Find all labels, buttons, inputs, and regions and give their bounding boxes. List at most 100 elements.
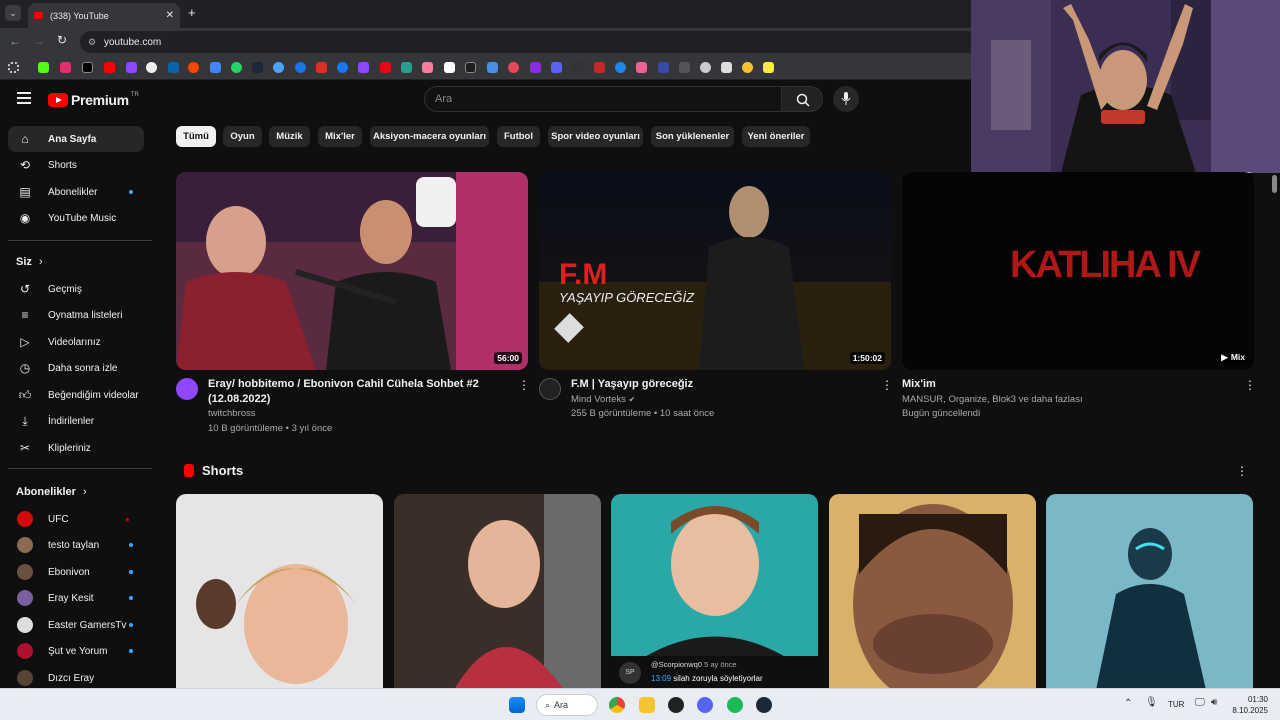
- bookmark-instagram-icon[interactable]: [60, 62, 71, 73]
- sidebar-item-home[interactable]: ⌂ Ana Sayfa: [8, 126, 144, 152]
- chip-new-to-you[interactable]: Yeni öneriler: [742, 126, 810, 147]
- subscription-testo-taylan[interactable]: testo taylan: [8, 532, 144, 558]
- bookmark-translate-icon[interactable]: [210, 62, 221, 73]
- bookmark-misc14-icon[interactable]: [679, 62, 690, 73]
- bookmark-misc8-icon[interactable]: [551, 62, 562, 73]
- channel-avatar[interactable]: [539, 378, 561, 400]
- chip-all[interactable]: Tümü: [176, 126, 216, 147]
- clock[interactable]: 01:30 8.10.2025: [1232, 694, 1268, 716]
- subscription-sut-ve-yorum[interactable]: Şut ve Yorum: [8, 638, 144, 664]
- spotify-icon[interactable]: [727, 697, 743, 713]
- chip-recently-uploaded[interactable]: Son yüklenenler: [651, 126, 734, 147]
- sidebar-item-youtube-music[interactable]: ◉ YouTube Music: [8, 205, 144, 231]
- bookmark-google-icon[interactable]: [146, 62, 157, 73]
- subscription-eray-kesit[interactable]: Eray Kesit: [8, 585, 144, 611]
- chip-sports-games[interactable]: Spor video oyunları: [548, 126, 643, 147]
- url-input[interactable]: ⚙ youtube.com: [80, 31, 980, 53]
- sidebar-item-subscriptions[interactable]: ▤ Abonelikler: [8, 179, 144, 205]
- bookmark-misc6-icon[interactable]: [508, 62, 519, 73]
- search-button[interactable]: [781, 86, 823, 112]
- bookmark-misc13-icon[interactable]: [658, 62, 669, 73]
- language-indicator[interactable]: TUR: [1168, 700, 1184, 709]
- sidebar-item-playlists[interactable]: ≡ Oynatma listeleri: [8, 302, 144, 328]
- bookmark-netflix-icon[interactable]: [380, 62, 391, 73]
- video-title[interactable]: Mix'im: [902, 377, 936, 392]
- bookmark-blue-icon[interactable]: [295, 62, 306, 73]
- tab-list-button[interactable]: ⌄: [5, 5, 21, 21]
- new-tab-button[interactable]: +: [188, 5, 196, 20]
- sidebar-item-clips[interactable]: ✂ Klipleriniz: [8, 435, 144, 461]
- bookmark-outlook-icon[interactable]: [168, 62, 179, 73]
- bookmark-misc17-icon[interactable]: [742, 62, 753, 73]
- bookmark-steam-icon[interactable]: [252, 62, 263, 73]
- more-options-icon[interactable]: ⋮: [518, 378, 530, 392]
- sidebar-item-shorts[interactable]: ⟲ Shorts: [8, 152, 144, 178]
- more-options-icon[interactable]: ⋮: [1244, 378, 1256, 392]
- video-title[interactable]: F.M | Yaşayıp göreceğiz: [571, 377, 871, 392]
- sidebar-item-your-videos[interactable]: ▷ Videolarınız: [8, 329, 144, 355]
- sidebar-item-watch-later[interactable]: ◷ Daha sonra izle: [8, 355, 144, 381]
- reload-icon[interactable]: ↻: [57, 33, 67, 47]
- bookmark-misc2-icon[interactable]: [422, 62, 433, 73]
- chip-music[interactable]: Müzik: [269, 126, 310, 147]
- tray-overflow-icon[interactable]: ⌃: [1124, 698, 1132, 709]
- apps-icon[interactable]: [8, 62, 19, 73]
- bookmark-misc16-icon[interactable]: [721, 62, 732, 73]
- bookmark-misc11-icon[interactable]: [615, 62, 626, 73]
- chip-action-adventure[interactable]: Aksiyon-macera oyunları: [370, 126, 489, 147]
- short-thumbnail[interactable]: [176, 494, 383, 690]
- steam-icon[interactable]: [756, 697, 772, 713]
- bookmark-mail-icon[interactable]: [316, 62, 327, 73]
- more-options-icon[interactable]: ⋮: [881, 378, 893, 392]
- bookmark-kick-icon[interactable]: [38, 62, 49, 73]
- comment-timestamp[interactable]: 13:09: [651, 674, 671, 683]
- bookmark-misc9-icon[interactable]: [573, 62, 584, 73]
- mix-thumbnail[interactable]: KATLIHA IV ▶ Mix: [902, 172, 1254, 370]
- site-info-icon[interactable]: ⚙: [88, 37, 96, 48]
- bookmark-misc1-icon[interactable]: [401, 62, 412, 73]
- sidebar-you-header[interactable]: Siz ›: [16, 256, 43, 268]
- bookmark-x-icon[interactable]: [82, 62, 93, 73]
- short-thumbnail[interactable]: SP @Scorpionwq0 5 ay önce 13:09 silah zo…: [611, 494, 818, 690]
- bookmark-misc18-icon[interactable]: [763, 62, 774, 73]
- bookmark-facebook-icon[interactable]: [337, 62, 348, 73]
- voice-search-button[interactable]: [833, 86, 859, 112]
- bookmark-misc3-icon[interactable]: [444, 62, 455, 73]
- chip-games[interactable]: Oyun: [223, 126, 262, 147]
- chip-mixes[interactable]: Mix'ler: [318, 126, 362, 147]
- chip-football[interactable]: Futbol: [497, 126, 540, 147]
- subscription-easter-gamerstv[interactable]: Easter GamersTv: [8, 612, 144, 638]
- windows-start-icon[interactable]: [509, 697, 525, 713]
- bookmark-misc7-icon[interactable]: [530, 62, 541, 73]
- back-icon[interactable]: ←: [9, 34, 21, 48]
- network-icon[interactable]: 🖵︎: [1195, 697, 1205, 708]
- bookmark-misc12-icon[interactable]: [636, 62, 647, 73]
- search-input[interactable]: Ara: [424, 86, 782, 112]
- bookmark-whatsapp-icon[interactable]: [231, 62, 242, 73]
- microphone-tray-icon[interactable]: 🎙︎: [1145, 697, 1158, 708]
- more-options-icon[interactable]: ⋮: [1236, 464, 1248, 478]
- bookmark-reddit-icon[interactable]: [188, 62, 199, 73]
- subscription-ufc[interactable]: UFC ●: [8, 506, 144, 532]
- short-thumbnail[interactable]: [829, 494, 1036, 690]
- bookmark-misc4-icon[interactable]: [465, 62, 476, 73]
- file-explorer-icon[interactable]: [639, 697, 655, 713]
- page-scrollbar[interactable]: [1272, 175, 1277, 193]
- sidebar-item-liked-videos[interactable]: 👍︎ Beğendiğim videolar: [8, 382, 144, 408]
- youtube-premium-logo[interactable]: Premium TR: [48, 92, 139, 108]
- discord-icon[interactable]: [697, 697, 713, 713]
- channel-name[interactable]: twitchbross: [208, 406, 256, 421]
- forward-icon[interactable]: →: [33, 34, 45, 48]
- tab-close-icon[interactable]: ✕: [166, 10, 174, 21]
- sidebar-subscriptions-header[interactable]: Abonelikler ›: [16, 486, 87, 498]
- channel-name[interactable]: Mind Vorteks ✔: [571, 392, 635, 407]
- video-title[interactable]: Eray/ hobbitemo / Ebonivon Cahil Cühela …: [208, 377, 508, 407]
- bookmark-twitch-icon[interactable]: [126, 62, 137, 73]
- bookmark-sync-icon[interactable]: [273, 62, 284, 73]
- sidebar-item-history[interactable]: ↺ Geçmiş: [8, 276, 144, 302]
- browser-tab[interactable]: (338) YouTube ✕: [28, 3, 180, 28]
- bookmark-misc15-icon[interactable]: [700, 62, 711, 73]
- video-thumbnail[interactable]: 56:00: [176, 172, 528, 370]
- taskbar-search[interactable]: ⌕ Ara: [536, 694, 598, 716]
- chrome-icon[interactable]: [609, 697, 625, 713]
